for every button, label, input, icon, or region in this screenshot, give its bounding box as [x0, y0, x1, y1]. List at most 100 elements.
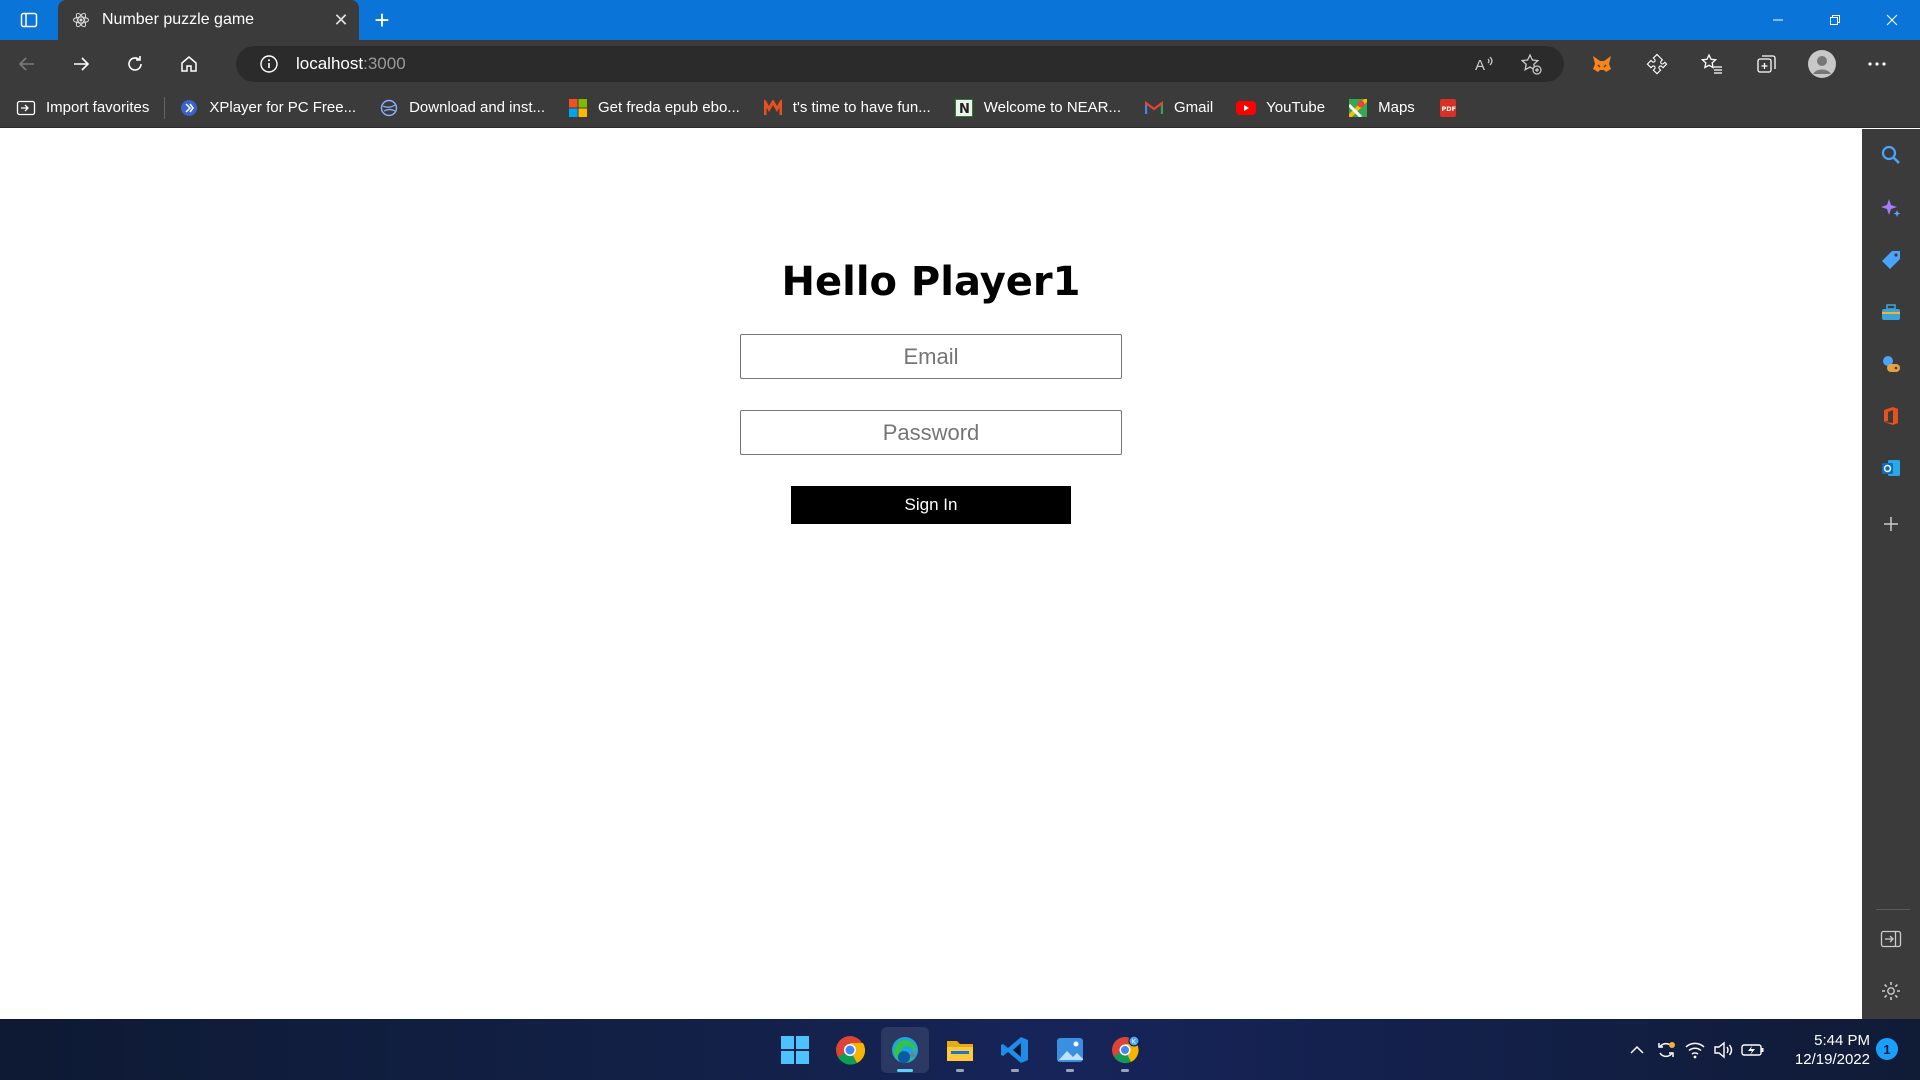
favorite-get-freda-epub[interactable]: Get freda epub ebo...	[568, 98, 740, 118]
taskbar-vscode[interactable]	[991, 1027, 1039, 1073]
import-favorites-icon	[16, 98, 36, 118]
password-field[interactable]	[740, 410, 1122, 455]
tab-number-puzzle-game[interactable]: Number puzzle game ✕	[58, 0, 359, 40]
active-indicator	[897, 1069, 913, 1072]
avatar-icon	[1807, 50, 1836, 78]
volume-button[interactable]	[1709, 1030, 1738, 1070]
taskbar-chrome-profile[interactable]: K	[1101, 1027, 1149, 1073]
favorite-time-to-have-fun[interactable]: t's time to have fun...	[763, 98, 931, 118]
close-window-button[interactable]	[1863, 0, 1920, 40]
sidebar-hide-button[interactable]	[1862, 917, 1920, 961]
taskbar-photos[interactable]	[1046, 1027, 1094, 1073]
sidebar-settings-button[interactable]	[1862, 969, 1920, 1013]
taskbar-chrome[interactable]	[826, 1027, 874, 1073]
favorite-label: t's time to have fun...	[792, 99, 931, 116]
office-icon	[1884, 407, 1898, 425]
pdf-icon: PDF	[1438, 98, 1458, 118]
clock[interactable]: 5:44 PM 12/19/2022	[1790, 1031, 1870, 1069]
wifi-icon	[1684, 1042, 1705, 1058]
taskbar-file-explorer[interactable]	[936, 1027, 984, 1073]
favorite-gmail[interactable]: Gmail	[1144, 98, 1213, 118]
puzzle-piece-icon	[1646, 53, 1667, 75]
search-icon	[1881, 145, 1900, 164]
svg-text:A: A	[1475, 57, 1485, 74]
sync-icon	[1657, 1041, 1675, 1057]
address-bar[interactable]: localhost:3000 A	[236, 46, 1564, 82]
more-horizontal-icon	[1867, 62, 1886, 66]
sidebar-games-button[interactable]	[1862, 342, 1920, 386]
home-button[interactable]	[162, 40, 216, 88]
running-indicator	[1011, 1069, 1019, 1072]
m-logo-icon	[763, 98, 783, 118]
favorite-welcome-to-near[interactable]: N Welcome to NEAR...	[954, 98, 1121, 118]
photos-icon	[1057, 1038, 1083, 1062]
gear-icon	[1882, 982, 1900, 1000]
sidebar-search-button[interactable]	[1862, 133, 1920, 177]
toolbox-icon	[1882, 304, 1900, 320]
windows-taskbar: K 5:44 PM 12/19/2022	[0, 1019, 1920, 1080]
favorites-button[interactable]	[1684, 40, 1739, 88]
favorite-label: YouTube	[1266, 99, 1326, 116]
maps-icon	[1348, 98, 1368, 118]
shopping-tag-icon	[1882, 251, 1900, 269]
tab-close-button[interactable]: ✕	[323, 2, 359, 38]
battery-button[interactable]	[1738, 1030, 1767, 1070]
back-button[interactable]	[0, 40, 54, 88]
sync-status-button[interactable]	[1651, 1030, 1680, 1070]
notification-badge[interactable]: 1	[1876, 1038, 1898, 1060]
sidebar-tools-button[interactable]	[1862, 290, 1920, 334]
favorite-maps[interactable]: Maps	[1348, 98, 1415, 118]
favorite-youtube[interactable]: YouTube	[1236, 98, 1325, 118]
forward-button[interactable]	[54, 40, 108, 88]
collapse-sidebar-icon	[1880, 930, 1902, 948]
restore-button[interactable]	[1806, 0, 1863, 40]
arrow-right-icon	[74, 57, 90, 71]
games-icon	[1883, 356, 1900, 372]
site-info-button[interactable]	[248, 54, 290, 74]
arrow-left-icon	[18, 57, 34, 71]
favorites-list-icon	[1700, 53, 1722, 74]
tab-actions-menu-button[interactable]	[0, 0, 58, 40]
settings-and-more-button[interactable]	[1849, 40, 1904, 88]
favorite-label: Welcome to NEAR...	[983, 99, 1121, 116]
new-tab-button[interactable]: +	[366, 4, 398, 36]
refresh-button[interactable]	[108, 40, 162, 88]
microsoft-icon	[568, 98, 588, 118]
sidebar-discover-button[interactable]	[1862, 186, 1920, 230]
favorites-divider	[164, 96, 166, 119]
favorite-download-and-install[interactable]: Download and inst...	[379, 98, 545, 118]
favorite-pdf[interactable]: PDF	[1438, 98, 1468, 118]
sidebar-add-button[interactable]	[1862, 502, 1920, 546]
page-heading: Hello Player1	[781, 259, 1081, 305]
favorite-label: Import favorites	[46, 99, 150, 116]
email-field[interactable]	[740, 334, 1122, 379]
favorite-xplayer[interactable]: XPlayer for PC Free...	[179, 98, 356, 118]
sidebar-office-button[interactable]	[1862, 394, 1920, 438]
read-aloud-button[interactable]: A	[1462, 46, 1508, 82]
metamask-extension-button[interactable]	[1574, 40, 1629, 88]
running-indicator	[1121, 1069, 1129, 1072]
favorite-import-favorites[interactable]: Import favorites	[16, 98, 149, 118]
sidebar-shopping-button[interactable]	[1862, 238, 1920, 282]
profile-button[interactable]	[1794, 40, 1849, 88]
restore-icon	[1829, 15, 1840, 25]
minimize-button[interactable]	[1749, 0, 1806, 40]
favorite-label: XPlayer for PC Free...	[209, 99, 357, 116]
taskbar-edge[interactable]	[881, 1027, 929, 1073]
add-favorite-button[interactable]	[1508, 46, 1554, 82]
wifi-button[interactable]	[1680, 1030, 1709, 1070]
svg-text:N: N	[959, 102, 970, 117]
sparkle-icon	[1881, 199, 1901, 217]
sidebar-outlook-button[interactable]	[1862, 446, 1920, 490]
toolbar-right	[1574, 40, 1904, 88]
tab-actions-icon	[20, 12, 38, 28]
close-icon	[1886, 14, 1897, 26]
extensions-button[interactable]	[1629, 40, 1684, 88]
show-hidden-icons-button[interactable]	[1622, 1030, 1651, 1070]
start-button[interactable]	[771, 1027, 819, 1073]
collections-button[interactable]	[1739, 40, 1794, 88]
favorite-label: Maps	[1378, 99, 1415, 116]
sign-in-button[interactable]: Sign In	[791, 486, 1071, 524]
url-host: localhost	[296, 54, 364, 73]
web-page: Hello Player1 Sign In	[0, 129, 1862, 1019]
